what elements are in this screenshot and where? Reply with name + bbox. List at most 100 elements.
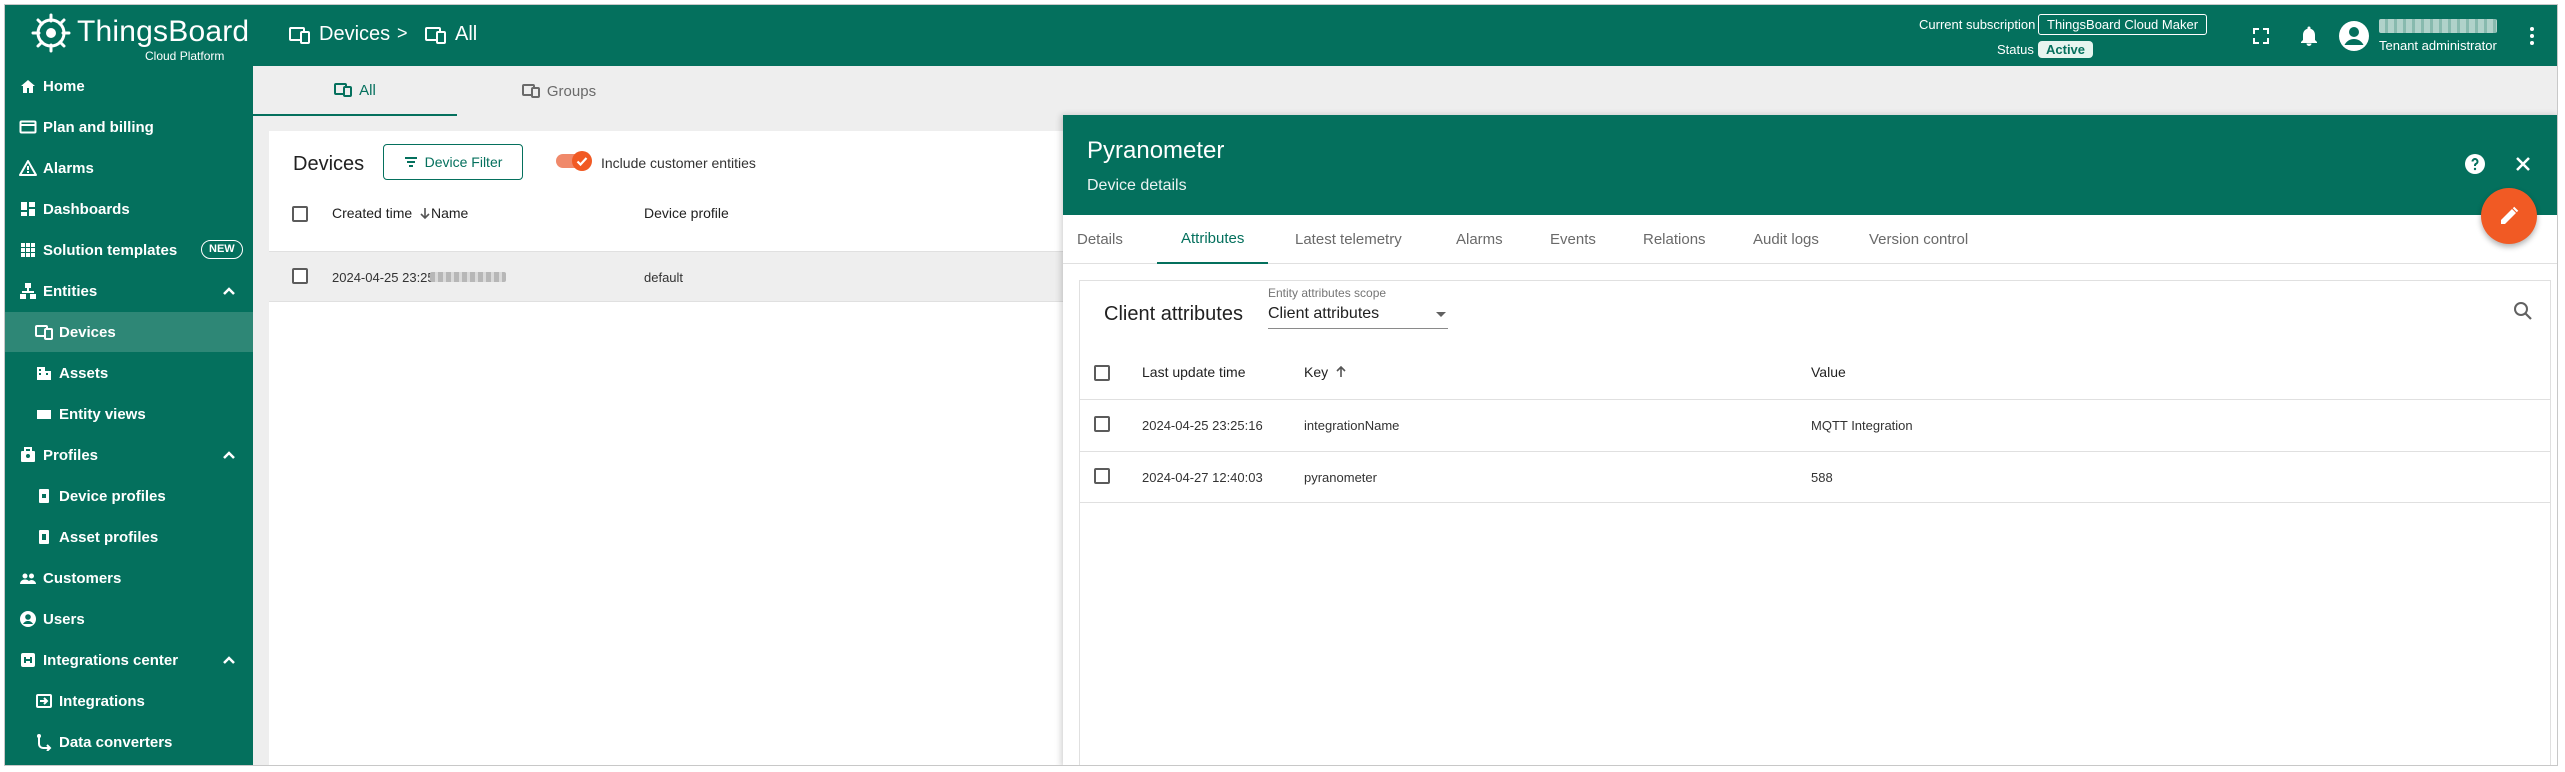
close-icon[interactable] xyxy=(2511,152,2535,176)
devices-icon xyxy=(334,83,353,97)
new-badge: NEW xyxy=(201,240,243,259)
tab-details[interactable]: Details xyxy=(1077,215,1123,264)
sidebar-item-label: Plan and billing xyxy=(43,118,154,136)
column-value[interactable]: Value xyxy=(1811,364,1846,380)
tab-latest-telemetry[interactable]: Latest telemetry xyxy=(1295,215,1402,264)
sidebar-item-label: Device profiles xyxy=(59,487,166,505)
select-all-checkbox[interactable] xyxy=(292,206,308,222)
device-name-redacted xyxy=(430,272,506,282)
sidebar-item-alarms[interactable]: Alarms xyxy=(5,148,253,188)
sidebar-item-dashboards[interactable]: Dashboards xyxy=(5,189,253,229)
subscription-label: Current subscription xyxy=(1919,17,2036,32)
breadcrumb-label: All xyxy=(455,23,478,45)
sidebar-item-label: Profiles xyxy=(43,446,99,464)
tab-label: Alarms xyxy=(1456,231,1503,248)
tab-events[interactable]: Events xyxy=(1550,215,1596,264)
sidebar-item-label: Dashboards xyxy=(43,200,130,218)
devices-icon xyxy=(35,325,53,340)
more-vert-icon[interactable] xyxy=(2520,24,2544,48)
converter-icon xyxy=(37,734,52,751)
table-row[interactable]: 2024-04-27 12:40:03 pyranometer 588 xyxy=(1080,451,2550,503)
sidebar-item-home[interactable]: Home xyxy=(5,66,253,106)
sidebar-item-profiles[interactable]: Profiles xyxy=(5,435,253,475)
devices-icon xyxy=(521,84,540,98)
sidebar-item-entity-views[interactable]: Entity views xyxy=(5,394,253,434)
device-profile-icon xyxy=(39,489,49,503)
include-customer-toggle[interactable] xyxy=(556,151,592,171)
column-device-profile[interactable]: Device profile xyxy=(644,205,729,221)
row-checkbox[interactable] xyxy=(1094,416,1110,432)
tab-label: Version control xyxy=(1869,231,1969,248)
tab-relations[interactable]: Relations xyxy=(1643,215,1706,264)
sidebar-item-plan-and-billing[interactable]: Plan and billing xyxy=(5,107,253,147)
logo[interactable]: ThingsBoard Cloud Platform xyxy=(27,11,249,63)
column-created-time[interactable]: Created time xyxy=(332,205,433,221)
last-update-cell: 2024-04-27 12:40:03 xyxy=(1142,470,1263,485)
column-label: Last update time xyxy=(1142,364,1246,380)
sidebar-item-data-converters[interactable]: Data converters xyxy=(5,722,253,762)
sidebar-item-assets[interactable]: Assets xyxy=(5,353,253,393)
sidebar-item-customers[interactable]: Customers xyxy=(5,558,253,598)
include-customer-label: Include customer entities xyxy=(601,155,756,171)
sidebar-item-devices[interactable]: Devices xyxy=(5,312,253,352)
sidebar-item-entities[interactable]: Entities xyxy=(5,271,253,311)
column-key[interactable]: Key xyxy=(1304,364,1349,380)
column-name[interactable]: Name xyxy=(431,205,468,221)
sidebar-item-integrations-center[interactable]: Integrations center xyxy=(5,640,253,680)
tab-label: Groups xyxy=(546,82,597,100)
attributes-title: Client attributes xyxy=(1104,303,1243,325)
device-filter-label: Device Filter xyxy=(424,154,503,170)
brand-title: ThingsBoard xyxy=(77,15,250,48)
help-icon[interactable] xyxy=(2463,152,2487,176)
brand-subtitle: Cloud Platform xyxy=(145,49,225,63)
sidebar-item-device-profiles[interactable]: Device profiles xyxy=(5,476,253,516)
arrow-up-icon xyxy=(1336,365,1346,377)
sidebar-item-users[interactable]: Users xyxy=(5,599,253,639)
breadcrumb-label: Devices xyxy=(319,23,391,45)
select-all-checkbox[interactable] xyxy=(1094,365,1110,381)
table-row[interactable]: 2024-04-25 23:25:16 integrationName MQTT… xyxy=(1080,399,2550,451)
column-last-update-time[interactable]: Last update time xyxy=(1142,364,1246,380)
sidebar-item-label: Devices xyxy=(59,323,116,341)
breadcrumb-all: All xyxy=(425,23,477,46)
chevron-up-icon xyxy=(223,287,235,295)
check-icon xyxy=(576,157,588,167)
customers-icon xyxy=(20,573,36,584)
sidebar-item-label: Integrations xyxy=(59,692,145,710)
tab-audit-logs[interactable]: Audit logs xyxy=(1753,215,1819,264)
row-checkbox[interactable] xyxy=(1094,468,1110,484)
breadcrumb-devices[interactable]: Devices xyxy=(289,23,390,46)
scope-label: Entity attributes scope xyxy=(1268,286,1387,300)
last-update-cell: 2024-04-25 23:25:16 xyxy=(1142,418,1263,433)
column-label: Device profile xyxy=(644,205,729,221)
table-row[interactable]: 2024-04-25 23:25:16 default xyxy=(269,251,1079,302)
tab-label: Latest telemetry xyxy=(1295,231,1402,248)
details-tabs: Details Attributes Latest telemetry Alar… xyxy=(1063,215,2557,264)
attributes-scope-select[interactable]: Client attributes xyxy=(1268,301,1448,329)
devices-icon xyxy=(289,26,310,44)
avatar-icon[interactable] xyxy=(2339,21,2369,51)
fullscreen-icon[interactable] xyxy=(2249,24,2273,48)
tab-alarms[interactable]: Alarms xyxy=(1456,215,1503,264)
subscription-chip[interactable]: ThingsBoard Cloud Maker xyxy=(2038,14,2208,35)
entities-icon xyxy=(20,283,36,299)
breadcrumb-separator: > xyxy=(397,23,408,43)
notifications-bell-icon[interactable] xyxy=(2297,24,2321,48)
tab-label: Attributes xyxy=(1181,230,1245,247)
status-label: Status xyxy=(1997,42,2034,57)
tab-version-control[interactable]: Version control xyxy=(1869,215,1968,264)
tab-all[interactable]: All xyxy=(253,66,457,116)
grid-icon xyxy=(21,243,35,257)
sidebar-item-integrations[interactable]: Integrations xyxy=(5,681,253,721)
sidebar-item-label: Entities xyxy=(43,282,98,300)
tab-groups[interactable]: Groups xyxy=(457,66,661,116)
sidebar-item-label: Data converters xyxy=(59,733,173,751)
sidebar-item-asset-profiles[interactable]: Asset profiles xyxy=(5,517,253,557)
tab-attributes[interactable]: Attributes xyxy=(1157,215,1269,264)
device-filter-button[interactable]: Device Filter xyxy=(383,144,523,180)
search-icon[interactable] xyxy=(2511,299,2535,323)
row-checkbox[interactable] xyxy=(292,268,308,284)
sidebar-item-solution-templates[interactable]: Solution templates NEW xyxy=(5,230,253,270)
sidebar-item-label: Asset profiles xyxy=(59,528,159,546)
key-cell: integrationName xyxy=(1304,418,1400,433)
